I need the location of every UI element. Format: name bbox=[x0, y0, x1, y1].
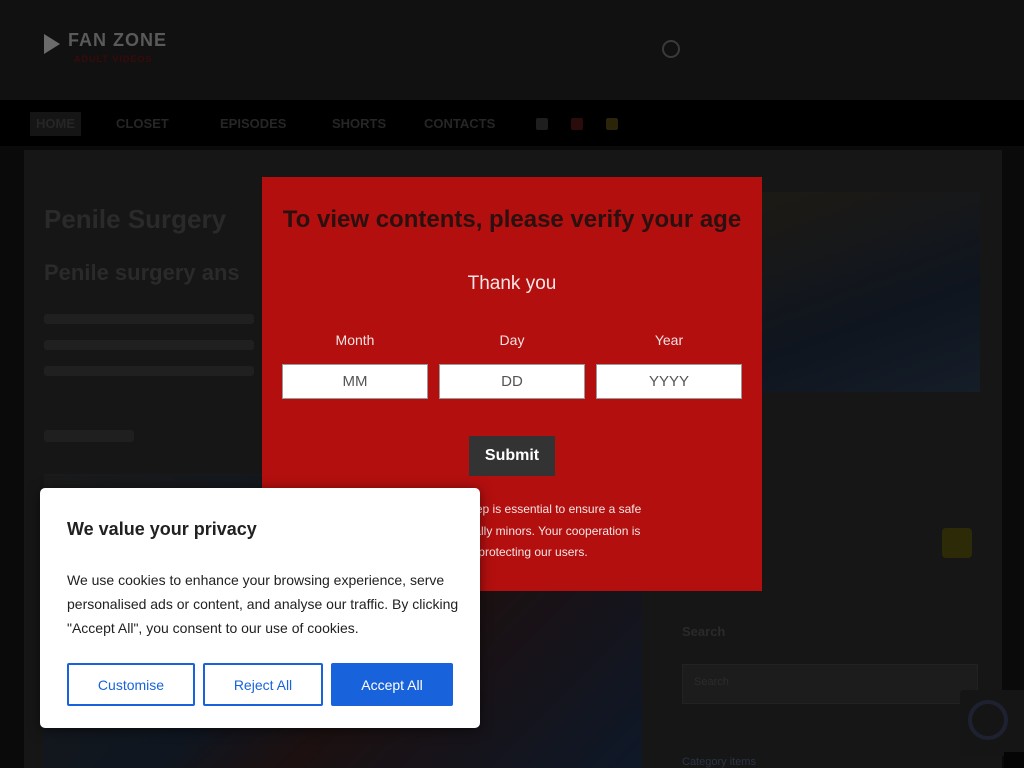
post-text-line bbox=[44, 340, 254, 350]
corner-chip bbox=[1004, 752, 1024, 768]
month-label: Month bbox=[335, 332, 375, 348]
flag-icon[interactable] bbox=[571, 118, 583, 130]
flag-icon[interactable] bbox=[606, 118, 618, 130]
day-label: Day bbox=[499, 332, 525, 348]
logo-text: FAN ZONE bbox=[68, 30, 168, 50]
year-input[interactable] bbox=[596, 364, 742, 399]
post-text-line bbox=[44, 314, 254, 324]
post-subtitle: Penile surgery ans bbox=[44, 260, 240, 285]
sidebar-image[interactable] bbox=[762, 192, 980, 392]
logo-subtext: ADULT VIDEOS bbox=[74, 54, 153, 64]
submit-button[interactable]: Submit bbox=[469, 436, 555, 476]
nav-contacts[interactable]: CONTACTS bbox=[424, 112, 495, 136]
nav-episodes[interactable]: EPISODES bbox=[220, 112, 286, 136]
reject-all-button[interactable]: Reject All bbox=[203, 663, 323, 706]
social-icon[interactable] bbox=[536, 118, 548, 130]
cookie-title: We value your privacy bbox=[67, 519, 257, 539]
nav-shorts[interactable]: SHORTS bbox=[332, 112, 386, 136]
day-input[interactable] bbox=[439, 364, 585, 399]
play-icon bbox=[44, 34, 60, 54]
nav-home[interactable]: HOME bbox=[30, 112, 81, 136]
search-icon[interactable] bbox=[662, 40, 680, 58]
cookie-description: We use cookies to enhance your browsing … bbox=[67, 572, 459, 636]
year-label: Year bbox=[654, 332, 684, 348]
post-meta bbox=[44, 430, 134, 442]
customise-button[interactable]: Customise bbox=[67, 663, 195, 706]
post-title: Penile Surgery bbox=[44, 204, 227, 234]
month-input[interactable] bbox=[282, 364, 428, 399]
sidebar-search-placeholder: Search bbox=[694, 676, 729, 688]
age-modal-title: To view contents, please verify your age bbox=[282, 206, 742, 233]
post-text-line bbox=[44, 366, 254, 376]
age-modal-thanks: Thank you bbox=[467, 273, 557, 294]
site-logo[interactable]: FAN ZONE ADULT VIDEOS bbox=[44, 30, 204, 72]
accept-all-button[interactable]: Accept All bbox=[331, 663, 453, 706]
sidebar-link[interactable]: Category items bbox=[682, 756, 756, 768]
sidebar-heading: Search bbox=[682, 624, 726, 639]
sidebar-badge[interactable] bbox=[942, 528, 972, 558]
recaptcha-icon bbox=[968, 700, 1008, 740]
nav-closet[interactable]: CLOSET bbox=[116, 112, 169, 136]
cookie-consent-banner: We value your privacy We use cookies to … bbox=[40, 488, 480, 728]
